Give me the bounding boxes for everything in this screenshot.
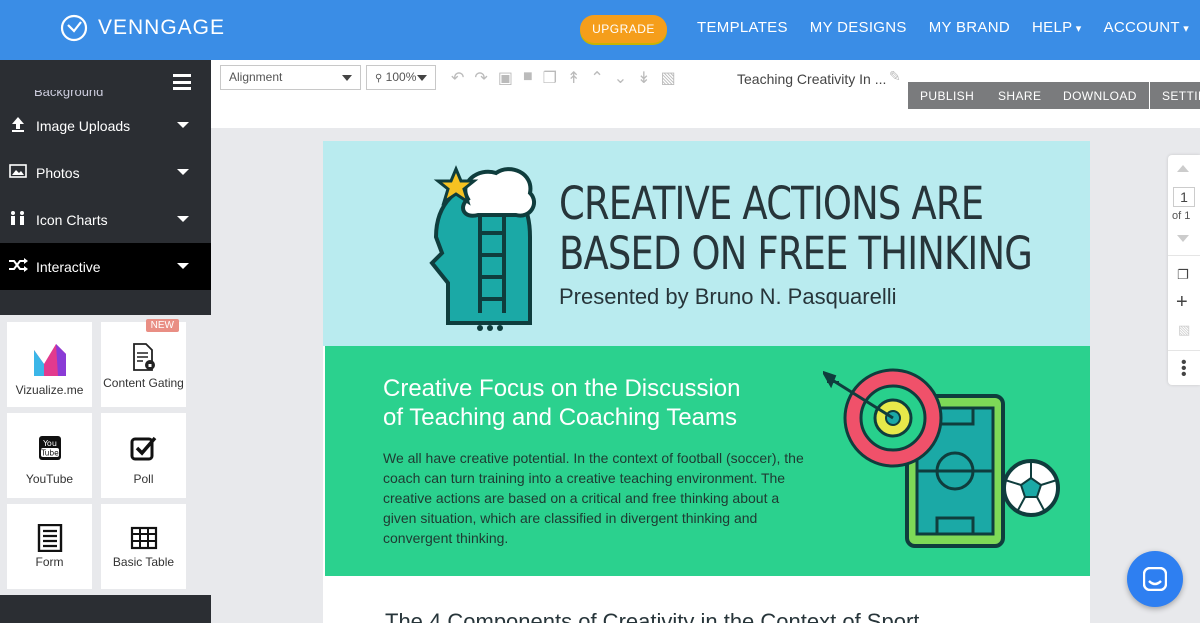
venngage-logo[interactable]: VENNGAGE (60, 14, 225, 42)
tile-form[interactable]: Form (7, 504, 92, 589)
editor-toolbar: Alignment ⚲ 100% ↶ ↷ ▣ ■ ❐ ↟ ⌃ ⌄ ↡ ▧ Tea… (211, 60, 1200, 128)
share-button[interactable]: SHARE (986, 82, 1054, 109)
settings-button[interactable]: SETTIN (1150, 82, 1200, 109)
main-nav-links: TEMPLATES MY DESIGNS MY BRAND HELP ACCOU… (697, 19, 1189, 36)
components-heading[interactable]: The 4 Components of Creativity in the Co… (385, 609, 919, 623)
duplicate-page-icon[interactable]: ❐ (1177, 267, 1189, 283)
send-to-back-icon[interactable]: ↡ (637, 68, 650, 88)
tile-label: Poll (133, 472, 154, 486)
people-chart-icon (8, 210, 28, 229)
tile-youtube[interactable]: You Tube YouTube (7, 413, 92, 498)
toolbar-icons: ↶ ↷ ▣ ■ ❐ ↟ ⌃ ⌄ ↡ ▧ (451, 68, 676, 88)
delete-page-icon[interactable]: ▧ (1178, 322, 1190, 338)
add-page-icon[interactable]: + (1176, 291, 1188, 314)
focus-section[interactable]: Creative Focus on the Discussion of Teac… (325, 346, 1090, 576)
svg-text:Tube: Tube (40, 449, 59, 458)
page-navigator: 1 of 1 ❐ + ▧ • • • (1168, 155, 1200, 385)
page-number-input[interactable]: 1 (1173, 187, 1195, 207)
sidebar-item-image-uploads[interactable]: Image Uploads (0, 102, 211, 149)
sidebar-top: Background (0, 60, 211, 102)
move-down-icon[interactable]: ⌄ (614, 68, 627, 88)
sidebar-item-label: Image Uploads (36, 117, 131, 134)
chevron-down-icon (417, 75, 427, 81)
prev-page-icon[interactable] (1177, 165, 1189, 172)
chevron-down-icon (342, 75, 352, 81)
nav-account[interactable]: ACCOUNT (1104, 19, 1189, 36)
chevron-down-icon (177, 169, 189, 175)
hero-section[interactable]: CREATIVE ACTIONS ARE BASED ON FREE THINK… (323, 141, 1090, 346)
tile-basic-table[interactable]: Basic Table (101, 504, 186, 589)
brand-name: VENNGAGE (98, 16, 226, 39)
download-button[interactable]: DOWNLOAD (1051, 82, 1149, 109)
sidebar-item-icon-charts[interactable]: Icon Charts (0, 196, 211, 243)
move-up-icon[interactable]: ⌃ (590, 68, 603, 88)
chat-support-button[interactable] (1127, 551, 1183, 607)
edit-title-icon[interactable]: ✎ (889, 68, 901, 85)
upload-icon (8, 116, 28, 135)
tile-label: Basic Table (112, 555, 175, 569)
tile-content-gating[interactable]: NEW Content Gating (101, 319, 186, 407)
nav-my-brand[interactable]: MY BRAND (929, 19, 1010, 36)
photo-icon (8, 164, 28, 181)
nav-templates[interactable]: TEMPLATES (697, 19, 788, 36)
presenter-line[interactable]: Presented by Bruno N. Pasquarelli (559, 284, 897, 310)
sidebar-item-interactive[interactable]: Interactive (0, 243, 211, 290)
alignment-select[interactable]: Alignment (220, 65, 361, 90)
nav-help[interactable]: HELP (1032, 19, 1082, 36)
document-title[interactable]: Teaching Creativity In ... (737, 71, 886, 87)
more-options-icon[interactable]: • • • (1181, 355, 1187, 383)
vizualize-logo (7, 340, 92, 378)
design-canvas[interactable]: CREATIVE ACTIONS ARE BASED ON FREE THINK… (323, 141, 1090, 623)
soccer-target-illustration (823, 368, 1060, 548)
head-ladder-illustration (429, 165, 536, 331)
next-page-icon[interactable] (1177, 235, 1189, 242)
zoom-icon: ⚲ (375, 73, 383, 84)
page-total: of 1 (1172, 210, 1191, 222)
chevron-down-icon (177, 216, 189, 222)
hamburger-menu-icon[interactable] (173, 74, 191, 90)
youtube-icon: You Tube (7, 435, 92, 461)
sidebar: Background Image Uploads Photos Icon Cha… (0, 60, 211, 623)
document-lock-icon (101, 342, 186, 372)
logo-icon (60, 14, 88, 42)
top-nav: VENNGAGE UPGRADE TEMPLATES MY DESIGNS MY… (0, 0, 1200, 60)
delete-icon[interactable]: ▧ (661, 68, 676, 88)
upgrade-button[interactable]: UPGRADE (580, 15, 667, 43)
tile-vizualize[interactable]: Vizualize.me (7, 322, 92, 407)
interactive-tiles: Vizualize.me NEW Content Gating You Tube … (0, 315, 211, 595)
form-list-icon (7, 524, 92, 552)
sidebar-item-background[interactable]: Background (0, 90, 211, 102)
tile-label: Form (35, 555, 64, 569)
tile-poll[interactable]: Poll (101, 413, 186, 498)
new-badge: NEW (145, 319, 179, 332)
chat-icon (1143, 567, 1167, 591)
shuffle-icon (8, 258, 28, 275)
sidebar-item-label: Interactive (36, 258, 101, 275)
undo-icon[interactable]: ↶ (451, 68, 464, 88)
headline[interactable]: CREATIVE ACTIONS ARE BASED ON FREE THINK… (559, 179, 1033, 279)
poll-check-icon (101, 435, 186, 461)
focus-paragraph[interactable]: We all have creative potential. In the c… (383, 448, 813, 548)
bring-to-front-icon[interactable]: ↟ (567, 68, 580, 88)
sidebar-item-label: Photos (36, 164, 80, 181)
focus-heading[interactable]: Creative Focus on the Discussion of Teac… (383, 374, 741, 432)
tile-label: Vizualize.me (15, 383, 84, 397)
table-grid-icon (101, 526, 186, 550)
redo-icon[interactable]: ↷ (474, 68, 487, 88)
duplicate-icon[interactable]: ❐ (543, 68, 557, 88)
sidebar-item-label: Icon Charts (36, 211, 108, 228)
chevron-down-icon (177, 122, 189, 128)
tile-label: Content Gating (103, 376, 184, 390)
nav-my-designs[interactable]: MY DESIGNS (810, 19, 907, 36)
svg-text:You: You (42, 439, 57, 448)
publish-button[interactable]: PUBLISH (908, 82, 987, 109)
lock-icon[interactable]: ■ (523, 68, 533, 88)
group-icon[interactable]: ▣ (498, 68, 513, 88)
chevron-down-icon (177, 263, 189, 269)
tile-label: YouTube (25, 472, 74, 486)
sidebar-item-photos[interactable]: Photos (0, 149, 211, 196)
zoom-select[interactable]: ⚲ 100% (366, 65, 436, 90)
